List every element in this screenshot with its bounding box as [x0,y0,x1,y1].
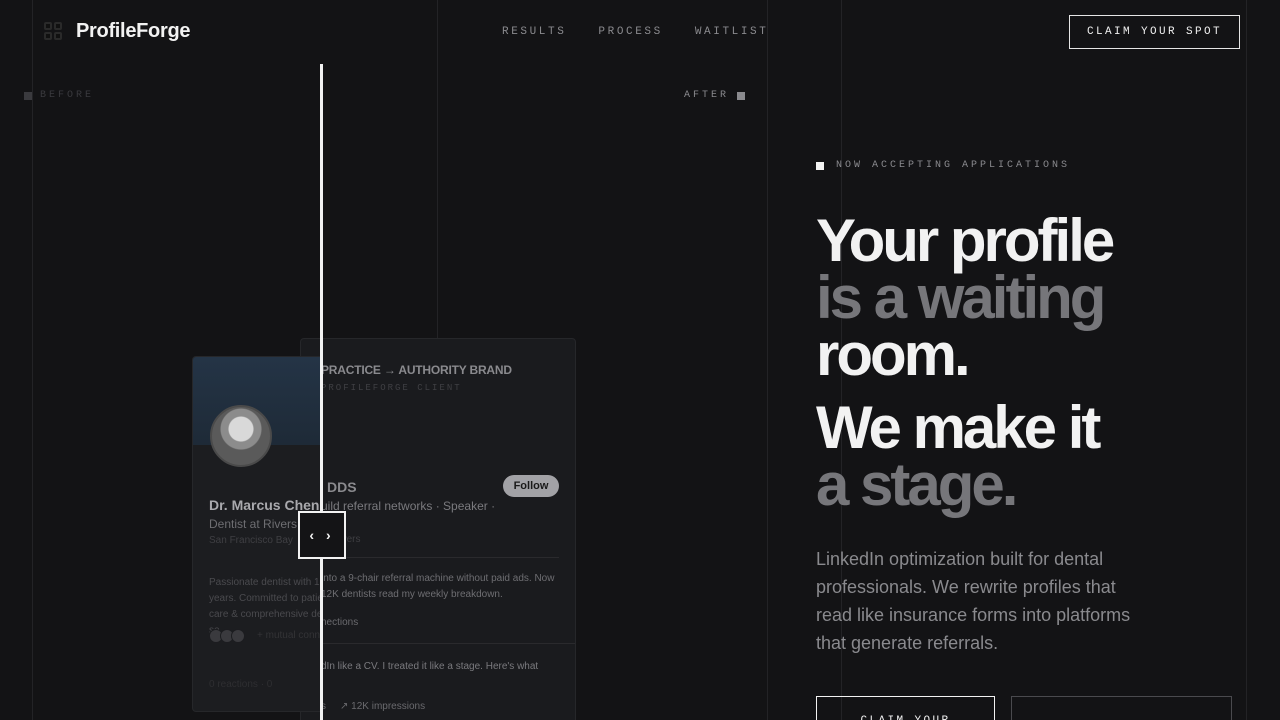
nav-links: RESULTS PROCESS WAITLIST [502,26,768,38]
after-profile-name: DDS [327,479,357,495]
brand-name: ProfileForge [76,20,191,42]
after-post-footer: s ↗ 12K impressions [321,701,425,712]
nav-link-waitlist[interactable]: WAITLIST [695,26,769,38]
after-profile-post: dIn like a CV. I treated it like a stage… [321,661,539,672]
after-profile-headline: uild referral networks · Speaker · [321,499,496,513]
square-icon [737,91,746,100]
headline-line-3: room. [816,321,971,388]
after-profile-about: into a 9-chair referral machine without … [321,573,555,600]
square-icon [24,91,32,100]
headline-line-2: is a waiting [816,264,1106,331]
claim-spot-button[interactable]: CLAIM YOUR SPOT [1069,15,1240,49]
square-icon [816,161,824,170]
headline-line-1: Your profile [816,207,1115,274]
hero-headline: Your profile is a waiting room. We make … [816,207,1115,518]
chevrons-left-right-icon: ‹ › [309,527,335,543]
compare-divider[interactable] [320,64,323,720]
secondary-hero-button[interactable] [1011,696,1232,720]
before-post-footer: 0 reactions · 0 [209,679,273,690]
nav-link-results[interactable]: RESULTS [502,26,566,38]
before-profile-title: Dentist at Rivers [209,517,298,531]
after-card-heading: PRACTICE → AUTHORITY BRAND [321,363,512,377]
headline-line-4: We make it [816,394,1101,461]
hero-description: LinkedIn optimization built for dental p… [816,549,1131,653]
grid-line [1246,0,1247,720]
nav-link-process[interactable]: PROCESS [598,26,662,38]
before-label-text: BEFORE [40,90,95,101]
avatar [210,405,272,467]
logo-icon [44,21,64,42]
after-label-text: AFTER [684,90,730,101]
eyebrow: NOW ACCEPTING APPLICATIONS [816,160,1070,171]
claim-your-spot-hero-button[interactable]: CLAIM YOUR [816,696,995,720]
compare-drag-handle[interactable]: ‹ › [298,511,346,559]
after-card-subheading: PROFILEFORGE CLIENT [321,383,462,393]
follow-button[interactable]: Follow [503,475,559,497]
after-profile-connections: nections [321,617,359,628]
top-nav: ProfileForge RESULTS PROCESS WAITLIST CL… [0,0,1280,64]
divider [301,643,575,644]
divider [321,557,559,558]
before-profile-connections: + mutual conn [257,630,321,641]
mutual-avatars [209,629,245,643]
before-profile-location: San Francisco Bay [209,535,293,546]
after-label: AFTER [684,90,746,101]
headline-line-5: a stage. [816,451,1018,518]
before-after-compare[interactable]: BEFORE AFTER PRACTICE → AUTHORITY BRAND … [0,64,768,720]
eyebrow-text: NOW ACCEPTING APPLICATIONS [836,160,1071,171]
before-label: BEFORE [24,90,94,101]
brand-logo-link[interactable]: ProfileForge [44,20,191,43]
impressions-count: ↗ 12K impressions [340,701,426,712]
